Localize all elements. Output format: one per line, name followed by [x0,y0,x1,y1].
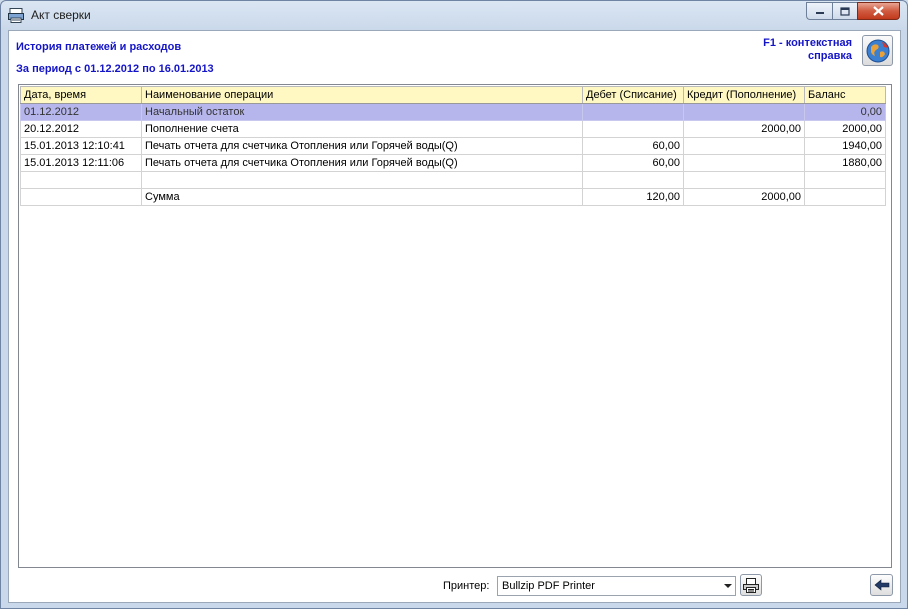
cell-debit: 60,00 [582,137,684,155]
printer-icon [743,577,759,593]
table-row[interactable] [20,171,886,189]
maximize-icon [840,6,850,16]
help-hint-line2: справка [808,50,852,62]
column-header-name[interactable]: Наименование операции [141,86,583,104]
cell-credit [683,103,805,121]
cell-balance: 0,00 [804,103,886,121]
arrow-left-icon [874,579,889,591]
cell-debit: 60,00 [582,154,684,172]
client-area: История платежей и расходов За период с … [8,30,901,603]
help-button[interactable] [862,35,893,66]
cell-date: 01.12.2012 [20,103,142,121]
column-header-credit[interactable]: Кредит (Пополнение) [683,86,805,104]
cell-debit [582,120,684,138]
cell-balance [804,188,886,206]
printer-select-value: Bullzip PDF Printer [502,580,595,592]
cell-balance: 1880,00 [804,154,886,172]
cell-credit [683,154,805,172]
table-row[interactable]: 01.12.2012 Начальный остаток 0,00 [20,103,886,121]
printer-select[interactable]: Bullzip PDF Printer [497,576,736,596]
cell-balance [804,171,886,189]
column-header-debit[interactable]: Дебет (Списание) [582,86,684,104]
table-header-row: Дата, время Наименование операции Дебет … [20,86,886,104]
minimize-button[interactable] [806,2,832,20]
cell-debit [582,103,684,121]
cell-date [20,171,142,189]
main-window: Акт сверки История платежей и расходов З… [0,0,908,609]
cell-name: Сумма [141,188,583,206]
window-title: Акт сверки [31,8,91,22]
operations-table: Дата, время Наименование операции Дебет … [20,86,886,206]
cell-name: Начальный остаток [141,103,583,121]
table-row[interactable]: 20.12.2012 Пополнение счета 2000,00 2000… [20,120,886,138]
cell-date: 15.01.2013 12:11:06 [20,154,142,172]
cell-date: 15.01.2013 12:10:41 [20,137,142,155]
cell-date: 20.12.2012 [20,120,142,138]
globe-help-icon [866,39,889,62]
cell-name: Печать отчета для счетчика Отопления или… [141,137,583,155]
cell-credit: 2000,00 [683,188,805,206]
cell-debit [582,171,684,189]
title-bar[interactable]: Акт сверки [1,1,907,29]
cell-credit [683,171,805,189]
back-button[interactable] [870,574,893,596]
cell-name: Пополнение счета [141,120,583,138]
table-row[interactable]: 15.01.2013 12:10:41 Печать отчета для сч… [20,137,886,155]
column-header-date[interactable]: Дата, время [20,86,142,104]
printer-label: Принтер: [443,580,490,592]
operations-grid[interactable]: Дата, время Наименование операции Дебет … [18,84,892,568]
page-title: История платежей и расходов [16,41,182,53]
print-button[interactable] [740,574,762,596]
cell-name [141,171,583,189]
close-button[interactable] [857,2,900,20]
cell-name: Печать отчета для счетчика Отопления или… [141,154,583,172]
cell-balance: 1940,00 [804,137,886,155]
cell-date [20,188,142,206]
column-header-balance[interactable]: Баланс [804,86,886,104]
help-hint-line1: F1 - контекстная [763,37,852,49]
table-row[interactable]: 15.01.2013 12:11:06 Печать отчета для сч… [20,154,886,172]
help-hint: F1 - контекстная справка [722,37,852,63]
cell-debit: 120,00 [582,188,684,206]
close-icon [873,6,884,16]
cell-credit: 2000,00 [683,120,805,138]
chevron-down-icon [724,584,732,588]
maximize-button[interactable] [832,2,857,20]
period-label: За период с 01.12.2012 по 16.01.2013 [16,63,214,75]
table-row-total[interactable]: Сумма 120,00 2000,00 [20,188,886,206]
report-icon [8,8,24,23]
cell-balance: 2000,00 [804,120,886,138]
cell-credit [683,137,805,155]
caption-buttons [806,2,900,21]
minimize-icon [815,12,824,14]
